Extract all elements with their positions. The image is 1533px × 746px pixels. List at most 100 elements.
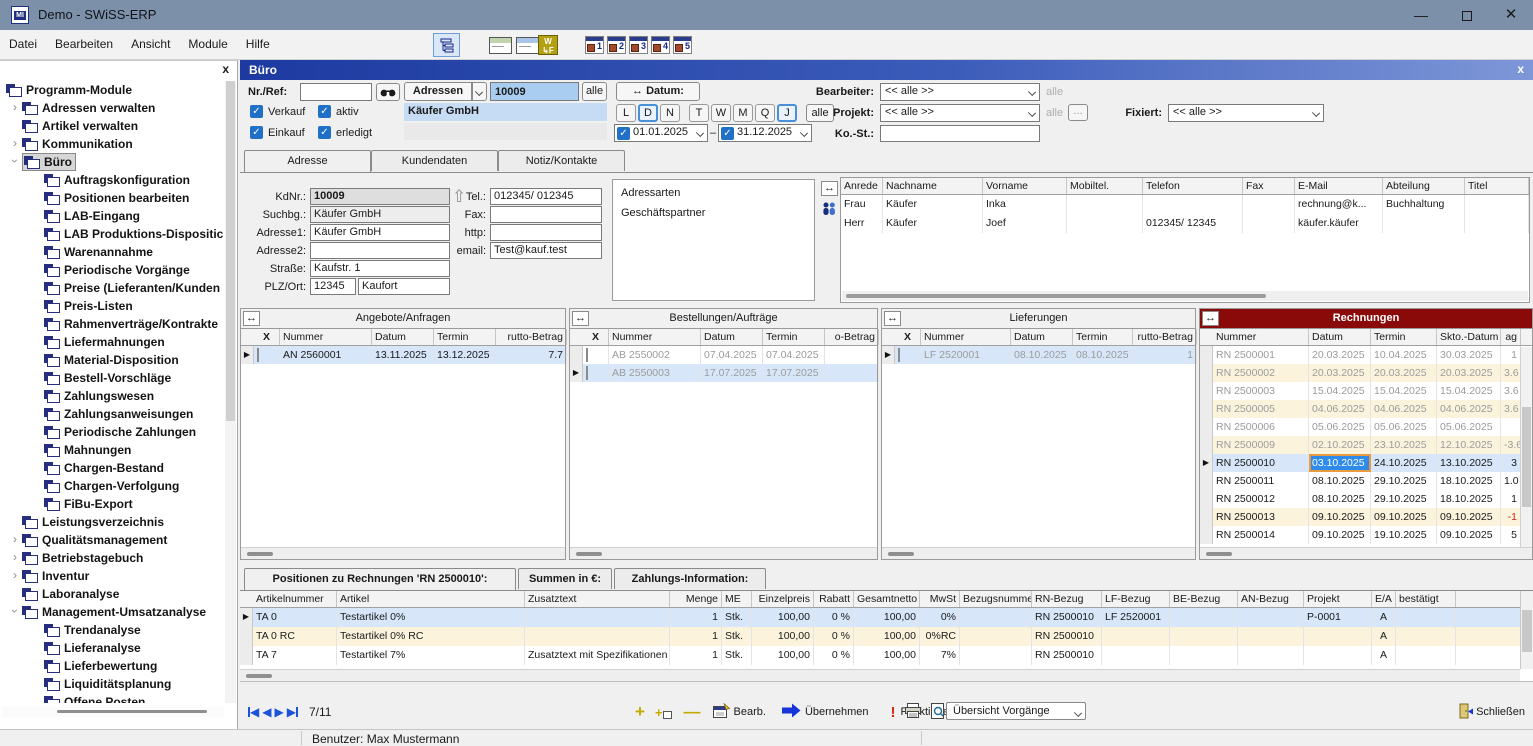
checkbox-aktiv[interactable]: ✓	[318, 105, 331, 118]
window-slot-2-icon[interactable]: 2	[607, 36, 626, 54]
sidebar-item-lab-produktions-dispositic[interactable]: LAB Produktions-Dispositic	[2, 225, 224, 243]
column-header[interactable]: MwSt	[920, 591, 960, 607]
sidebar-vertical-scrollbar[interactable]	[225, 81, 236, 703]
field-kdnr[interactable]: 10009	[310, 188, 450, 205]
column-header[interactable]: Datum	[1309, 329, 1371, 345]
projekt-more-button[interactable]: ...	[1068, 104, 1088, 121]
sidebar-item-lieferbewertung[interactable]: Lieferbewertung	[2, 657, 224, 675]
field-tel[interactable]: 012345/ 012345	[490, 188, 602, 205]
date-to-picker[interactable]: ✓ 31.12.2025	[718, 124, 812, 142]
row-checkbox[interactable]	[898, 348, 900, 362]
alle-button[interactable]: alle	[582, 82, 607, 101]
column-header[interactable]: o-Betrag	[825, 329, 879, 345]
column-header[interactable]: Datum	[1011, 329, 1073, 345]
table-row[interactable]: TA 7Testartikel 7%Zusatztext mit Spezifi…	[240, 646, 1533, 665]
table-row[interactable]: ▶AN 256000113.11.202513.12.20257.7	[241, 346, 565, 364]
sidebar-item-laboranalyse[interactable]: Laboranalyse	[2, 585, 224, 603]
sidebar-item-inventur[interactable]: ›Inventur	[2, 567, 224, 585]
column-header[interactable]: Termin	[1073, 329, 1133, 345]
window-slot-4-icon[interactable]: 4	[651, 36, 670, 54]
table-row[interactable]: RN 250001409.10.202519.10.202509.10.2025…	[1200, 526, 1532, 544]
row-checkbox[interactable]	[586, 366, 588, 380]
sidebar-item-chargen-verfolgung[interactable]: Chargen-Verfolgung	[2, 477, 224, 495]
period-button-D[interactable]: D	[638, 104, 658, 122]
column-header[interactable]: Datum	[372, 329, 434, 345]
panel-vertical-scrollbar[interactable]	[1520, 347, 1532, 547]
positions-vertical-scrollbar[interactable]	[1520, 591, 1533, 669]
minimize-button[interactable]: —	[1401, 0, 1441, 30]
sidebar-item-bestell-vorschläge[interactable]: Bestell-Vorschläge	[2, 369, 224, 387]
panel-horizontal-scrollbar[interactable]	[241, 547, 565, 559]
add-record-icon[interactable]: +	[635, 702, 645, 722]
panel-header[interactable]: ↔Rechnungen	[1200, 309, 1532, 329]
schliessen-button[interactable]: Schließen	[1476, 706, 1525, 718]
column-header[interactable]: Anrede	[841, 178, 883, 194]
checkbox-erledigt[interactable]: ✓	[318, 126, 331, 139]
panel-header[interactable]: ↔Bestellungen/Aufträge	[570, 309, 877, 329]
window-horizontal-icon[interactable]	[489, 37, 512, 54]
table-row[interactable]: AB 255000207.04.202507.04.2025	[570, 346, 877, 364]
search-binoculars-button[interactable]	[376, 83, 400, 101]
column-header[interactable]: RN-Bezug	[1032, 591, 1102, 607]
field-ort[interactable]: Kaufort	[358, 278, 450, 295]
contacts-horizontal-scrollbar[interactable]	[842, 291, 1528, 301]
sidebar-item-lab-eingang[interactable]: LAB-Eingang	[2, 207, 224, 225]
uebernehmen-button[interactable]: Übernehmen	[805, 706, 869, 718]
checkbox-cell[interactable]	[583, 346, 609, 364]
scrollbar-thumb[interactable]	[247, 552, 273, 556]
column-header[interactable]: Projekt	[1304, 591, 1372, 607]
customer-name2-field[interactable]	[404, 123, 607, 140]
bearb-label[interactable]: Bearb.	[734, 706, 766, 718]
sidebar-horizontal-scrollbar[interactable]	[2, 707, 224, 717]
column-header[interactable]: bestätigt	[1396, 591, 1456, 607]
column-header[interactable]: Gesamtnetto	[854, 591, 920, 607]
period-button-L[interactable]: L	[616, 104, 636, 122]
scrollbar-thumb[interactable]	[1206, 552, 1232, 556]
row-checkbox[interactable]	[257, 348, 259, 362]
date-from-picker[interactable]: ✓ 01.01.2025	[614, 124, 708, 142]
column-header[interactable]: Einzelpreis	[752, 591, 814, 607]
arrow-up-icon[interactable]: ⇧	[452, 187, 466, 207]
column-header[interactable]: Zusatztext	[525, 591, 670, 607]
table-row[interactable]: RN 250000504.06.202504.06.202504.06.2025…	[1200, 400, 1532, 418]
sidebar-item-positionen-bearbeiten[interactable]: Positionen bearbeiten	[2, 189, 224, 207]
table-row[interactable]: TA 0 RCTestartikel 0% RC1Stk.100,000 %10…	[240, 627, 1533, 646]
column-header[interactable]: Artikel	[337, 591, 525, 607]
sidebar-item-periodische-zahlungen[interactable]: Periodische Zahlungen	[2, 423, 224, 441]
add-detail-record-icon[interactable]: +	[655, 705, 672, 720]
table-row[interactable]: ▶TA 0Testartikel 0%1Stk.100,000 %100,000…	[240, 608, 1533, 627]
delete-record-icon[interactable]: —	[684, 702, 699, 722]
fixiert-select[interactable]: << alle >>	[1168, 104, 1324, 122]
resize-handle-icon[interactable]: ↔	[884, 311, 901, 326]
datum-button[interactable]: ↔ Datum:	[616, 82, 700, 101]
sidebar-item-lieferanalyse[interactable]: Lieferanalyse	[2, 639, 224, 657]
column-header[interactable]: E-Mail	[1295, 178, 1383, 194]
row-checkbox[interactable]	[586, 348, 588, 362]
window-split-icon[interactable]	[516, 37, 539, 54]
print-icon[interactable]	[904, 703, 922, 721]
field-email[interactable]: Test@kauf.test	[490, 242, 602, 259]
close-button[interactable]: ✕	[1491, 0, 1531, 30]
field-plz[interactable]: 12345	[310, 278, 356, 295]
chevron-collapsed-icon[interactable]: ›	[8, 102, 22, 112]
table-row[interactable]: FrauKäuferInkarechnung@k...Buchhaltung	[841, 195, 1529, 214]
period-button-M[interactable]: M	[733, 104, 753, 122]
column-header[interactable]: Fax	[1243, 178, 1295, 194]
nr-ref-input[interactable]	[300, 83, 372, 101]
panel-header[interactable]: ↔Angebote/Anfragen	[241, 309, 565, 329]
field-adresse1[interactable]: Käufer GmbH	[310, 224, 450, 241]
tree-view-icon[interactable]	[433, 33, 460, 57]
table-row[interactable]: ▶AB 255000317.07.202517.07.2025	[570, 364, 877, 382]
sidebar-item-root[interactable]: Programm-Module	[2, 81, 224, 99]
sidebar-item-zahlungsanweisungen[interactable]: Zahlungsanweisungen	[2, 405, 224, 423]
column-header[interactable]: X	[254, 329, 280, 345]
window-slot-5-icon[interactable]: 5	[673, 36, 692, 54]
field-adresse2[interactable]	[310, 242, 450, 259]
sidebar-item-kommunikation[interactable]: ›Kommunikation	[2, 135, 224, 153]
table-row[interactable]: RN 250000315.04.202515.04.202515.04.2025…	[1200, 382, 1532, 400]
kost-input[interactable]	[880, 125, 1040, 142]
column-header[interactable]: Nummer	[609, 329, 701, 345]
column-header[interactable]: Nummer	[921, 329, 1011, 345]
column-header[interactable]: Termin	[763, 329, 825, 345]
scrollbar-thumb[interactable]	[576, 552, 602, 556]
